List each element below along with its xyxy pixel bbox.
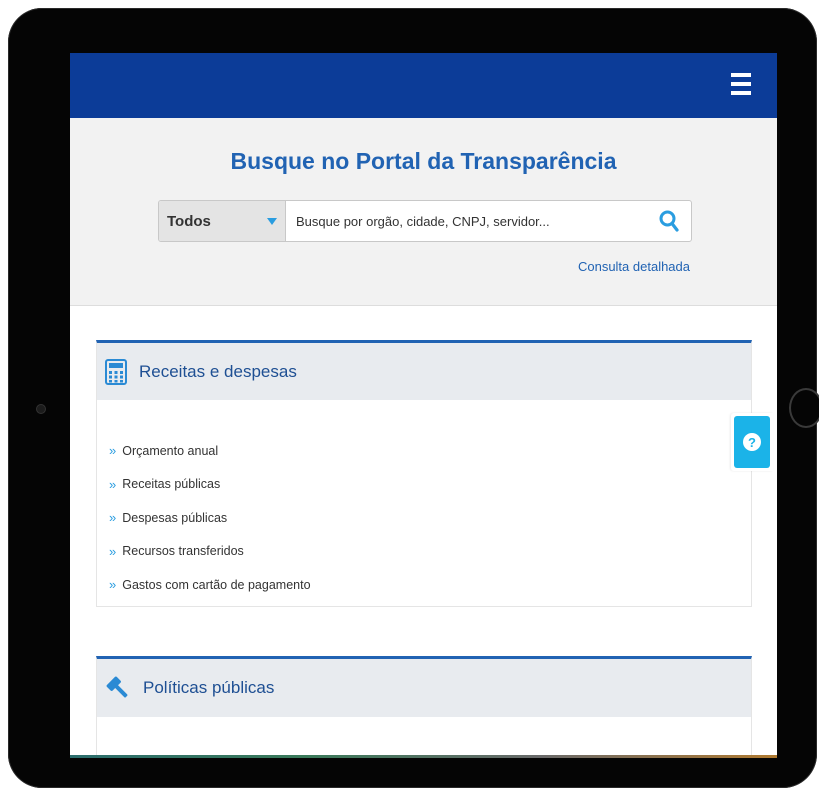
section-header-receitas[interactable]: Receitas e despesas [97,343,751,400]
section-links-receitas: » Orçamento anual » Receitas públicas » … [97,400,751,602]
link-recursos-transferidos[interactable]: » Recursos transferidos [109,535,751,569]
search-icon [659,210,679,232]
top-navigation-bar [70,53,777,118]
question-mark-icon: ? [743,433,761,451]
search-scope-value: Todos [167,212,211,230]
link-label: Gastos com cartão de pagamento [122,577,311,592]
section-politicas-publicas: Políticas públicas [96,656,752,758]
section-title-receitas: Receitas e despesas [139,361,297,381]
tablet-home-button [789,388,819,428]
search-section: Busque no Portal da Transparência Todos … [70,118,777,306]
link-orcamento-anual[interactable]: » Orçamento anual [109,434,751,468]
link-despesas-publicas[interactable]: » Despesas públicas [109,501,751,535]
chevron-right-icon: » [109,476,117,492]
search-box: Todos [158,200,692,242]
chevron-right-icon: » [109,543,117,559]
chevron-right-icon: » [109,510,117,526]
link-gastos-cartao[interactable]: » Gastos com cartão de pagamento [109,568,751,602]
detailed-search-link[interactable]: Consulta detalhada [578,259,690,274]
search-scope-select[interactable]: Todos [159,201,286,241]
help-button[interactable]: ? [731,413,773,471]
gavel-icon [106,676,128,698]
link-label: Recursos transferidos [122,544,244,559]
link-label: Orçamento anual [122,443,219,458]
hamburger-menu-icon[interactable] [731,73,751,95]
link-receitas-publicas[interactable]: » Receitas públicas [109,468,751,502]
link-label: Receitas públicas [122,477,221,492]
section-receitas-despesas: Receitas e despesas » Orçamento anual » … [96,340,752,607]
chevron-right-icon: » [109,443,117,459]
search-button[interactable] [647,201,691,241]
section-header-politicas[interactable]: Políticas públicas [97,659,751,717]
calculator-icon [105,358,127,385]
section-title-politicas: Políticas públicas [143,678,275,697]
caret-down-icon [267,217,277,225]
browser-screen: Busque no Portal da Transparência Todos … [70,53,777,758]
search-title: Busque no Portal da Transparência [230,148,617,174]
chevron-right-icon: » [109,577,117,593]
tablet-camera [36,404,46,414]
tablet-frame: Busque no Portal da Transparência Todos … [8,8,819,788]
link-label: Despesas públicas [122,510,228,525]
search-input[interactable] [286,201,647,241]
bottom-image-strip [70,755,777,758]
help-button-inner: ? [734,416,770,468]
